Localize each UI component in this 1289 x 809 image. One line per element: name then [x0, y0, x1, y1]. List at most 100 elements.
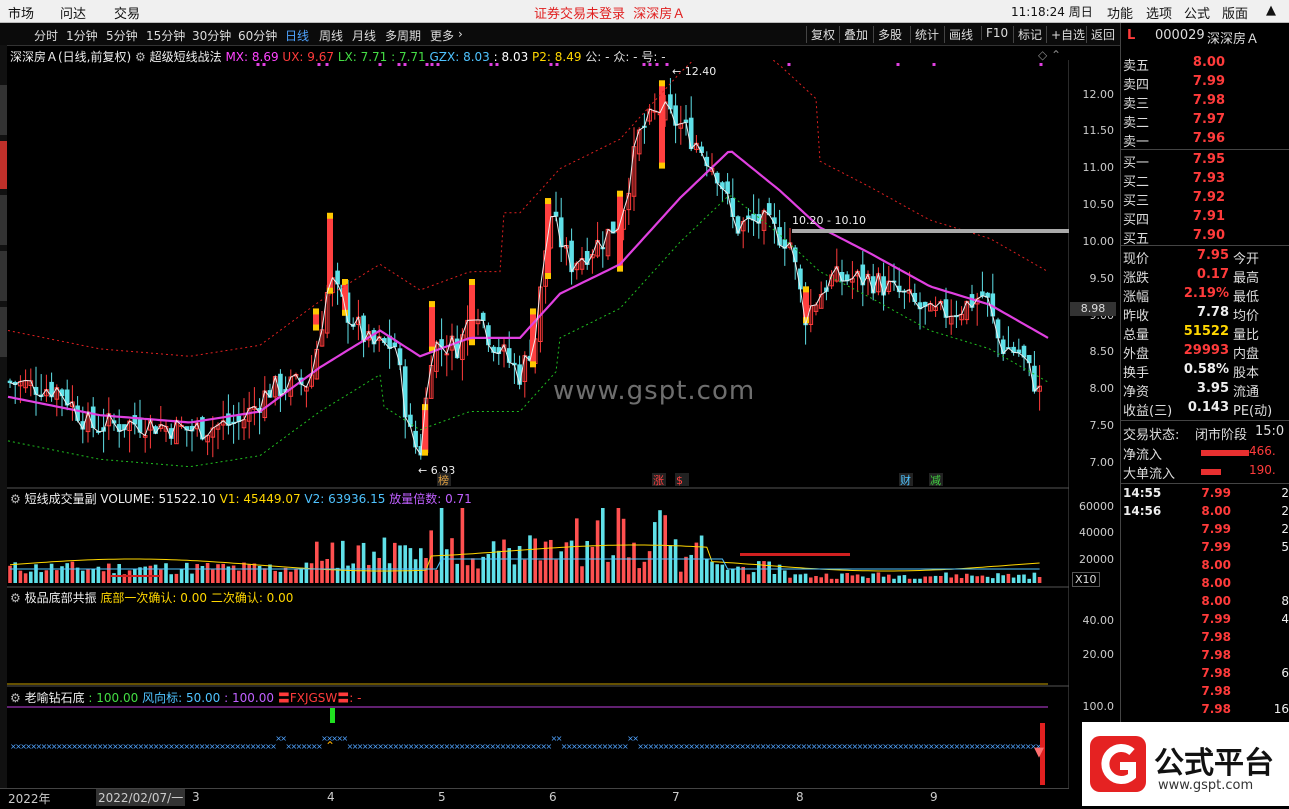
- tool-back[interactable]: 返回: [1086, 26, 1115, 43]
- ask-price[interactable]: 7.97: [1181, 112, 1225, 127]
- volume-bar: [491, 541, 496, 583]
- ask-price[interactable]: 7.96: [1181, 131, 1225, 146]
- chevron-right-icon[interactable]: ›: [458, 27, 463, 41]
- menu-function[interactable]: 功能: [1107, 3, 1133, 22]
- sidebar-tab[interactable]: [0, 195, 7, 245]
- ask-price[interactable]: 7.98: [1181, 93, 1225, 108]
- menu-formula[interactable]: 公式: [1184, 3, 1210, 22]
- period-tab[interactable]: 1分钟: [66, 27, 98, 44]
- upper-band: [7, 60, 1049, 357]
- candle-body: [558, 217, 564, 248]
- bottom2-title[interactable]: 老喻钻石底: [25, 691, 85, 705]
- volume-title[interactable]: 短线成交量副: [25, 492, 97, 506]
- volume-bar: [642, 561, 647, 583]
- stat-label: 换手: [1123, 366, 1150, 381]
- stat-value: 7.78: [1196, 305, 1229, 320]
- collapse-icon[interactable]: ▲: [1266, 3, 1276, 18]
- ratio-value: 放量倍数: 0.71: [389, 492, 472, 506]
- volume-unit: X10: [1072, 572, 1100, 587]
- tool-add-watch[interactable]: +自选: [1046, 26, 1085, 43]
- volume-bar: [897, 575, 901, 583]
- volume-bar: [970, 575, 974, 583]
- signal-bar-core: [313, 314, 319, 325]
- volume-bar: [55, 570, 59, 583]
- volume-bar: [554, 559, 558, 583]
- volume-bar: [294, 569, 298, 583]
- stat-label-right: 量比: [1233, 328, 1260, 343]
- month-label: 7: [672, 790, 680, 804]
- volume-bar: [1027, 578, 1031, 583]
- bid-label: 买四: [1123, 213, 1150, 228]
- tool-f10[interactable]: F10: [981, 26, 1008, 40]
- volume-bar: [164, 563, 168, 583]
- tool-overlay[interactable]: 叠加: [839, 26, 868, 43]
- bid-price[interactable]: 7.90: [1181, 228, 1225, 243]
- tool-stats[interactable]: 统计: [910, 26, 939, 43]
- period-tab[interactable]: 60分钟: [238, 27, 277, 44]
- period-tab[interactable]: 月线: [352, 27, 376, 44]
- period-tab-active[interactable]: 日线: [285, 27, 309, 44]
- volume-bar: [855, 574, 860, 583]
- bid-price[interactable]: 7.91: [1181, 209, 1225, 224]
- ask-price[interactable]: 7.99: [1181, 74, 1225, 89]
- gear-icon[interactable]: ⚙: [10, 591, 25, 605]
- volume-bar: [304, 562, 309, 583]
- signal-dot: [549, 63, 553, 66]
- menu-layout[interactable]: 版面: [1222, 3, 1248, 22]
- menu-market[interactable]: 市场: [8, 3, 34, 22]
- flow-value: 190.: [1249, 463, 1276, 477]
- menu-wenda[interactable]: 问达: [60, 3, 86, 22]
- period-tab[interactable]: 5分钟: [106, 27, 138, 44]
- stat-label: 涨跌: [1123, 271, 1150, 286]
- month-label: 4: [327, 790, 335, 804]
- bottom2-tick-label: 100.0: [1082, 700, 1115, 713]
- signal-dot: [430, 63, 434, 66]
- sidebar-tab[interactable]: [0, 251, 7, 301]
- period-more[interactable]: 更多: [430, 27, 454, 44]
- sidebar-tab[interactable]: [0, 307, 7, 357]
- period-tab[interactable]: 15分钟: [146, 27, 185, 44]
- period-tab[interactable]: 多周期: [385, 27, 421, 44]
- ask-price[interactable]: 8.00: [1181, 55, 1225, 70]
- sidebar-tab-active[interactable]: [0, 141, 7, 189]
- candle-body: [995, 319, 1001, 339]
- volume-bar: [715, 564, 719, 583]
- period-tab[interactable]: 分时: [34, 27, 58, 44]
- volume-bar: [580, 566, 584, 583]
- flow-bar: [1201, 450, 1249, 456]
- tool-multi[interactable]: 多股: [873, 26, 902, 43]
- period-tab[interactable]: 30分钟: [192, 27, 231, 44]
- tick-price: 7.98: [1201, 666, 1231, 680]
- tool-fuquan[interactable]: 复权: [806, 26, 835, 43]
- gear-icon[interactable]: ⚙: [10, 691, 25, 705]
- v2-value: V2: 63936.15: [304, 492, 386, 506]
- volume-bar: [465, 565, 470, 583]
- price-tick-label: 7.00: [1089, 456, 1115, 469]
- period-tab[interactable]: 周线: [319, 27, 343, 44]
- bid-price[interactable]: 7.93: [1181, 171, 1225, 186]
- volume-bar: [434, 569, 439, 583]
- volume-bar: [725, 569, 730, 583]
- gear-icon[interactable]: ⚙: [10, 492, 25, 506]
- menu-trade[interactable]: 交易: [114, 3, 140, 22]
- status-divider: [1121, 420, 1289, 421]
- tool-mark[interactable]: 标记: [1013, 26, 1042, 43]
- sidebar-tab[interactable]: [0, 85, 7, 135]
- signal-dot: [256, 63, 260, 66]
- volume-bar: [476, 568, 480, 583]
- bottom1-title[interactable]: 极品底部共振: [25, 591, 97, 605]
- volume-bar: [980, 575, 985, 583]
- tool-draw[interactable]: 画线: [944, 26, 973, 43]
- price-tick-label: 8.00: [1089, 382, 1115, 395]
- period-toolbar: 分时 1分钟 5分钟 15分钟 30分钟 60分钟 日线 周线 月线 多周期 更…: [0, 23, 1120, 46]
- price-tick-label: 12.00: [1082, 88, 1115, 101]
- bid-price[interactable]: 7.95: [1181, 152, 1225, 167]
- candle-body: [75, 405, 80, 421]
- bid-price[interactable]: 7.92: [1181, 190, 1225, 205]
- volume-bar: [923, 576, 927, 583]
- volume-bar: [211, 569, 215, 583]
- flow-value: 466.: [1249, 444, 1276, 458]
- tick-price: 7.98: [1201, 630, 1231, 644]
- menu-options[interactable]: 选项: [1146, 3, 1172, 22]
- candle-body: [798, 268, 803, 290]
